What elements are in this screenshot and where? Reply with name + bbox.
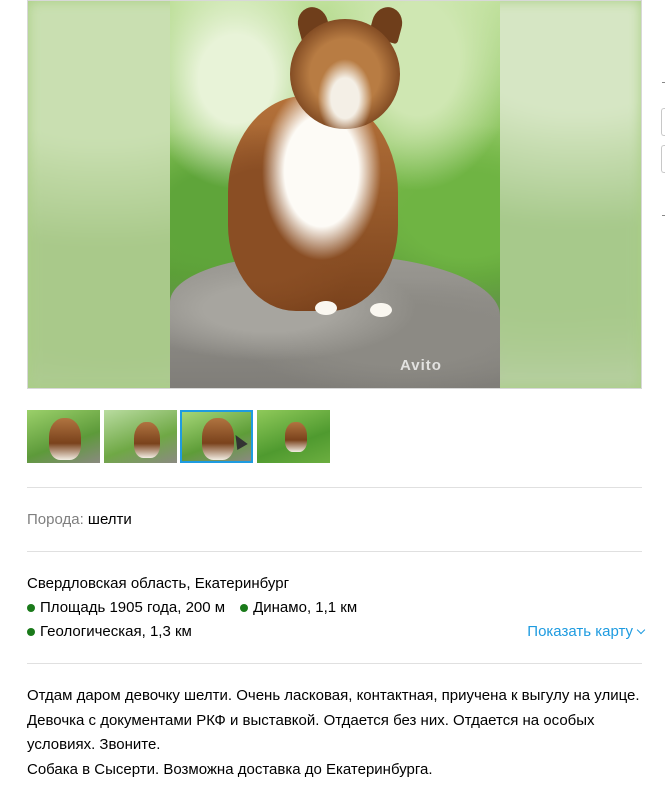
dog-body [228,96,398,311]
avito-watermark: Avito [400,357,442,374]
thumbnail-4[interactable] [257,410,330,463]
metro-dot-icon [27,603,35,612]
metro-station: Площадь 1905 года, 200 м [27,599,225,616]
main-photo[interactable]: Avito [170,1,500,388]
side-panel-control[interactable] [661,108,665,136]
breed-value: шелти [87,511,132,528]
main-photo-gallery[interactable]: Avito [27,0,642,389]
description-paragraph: Собака в Сысерти. Возможна доставка до Е… [27,760,433,778]
thumbnail-2[interactable] [104,410,177,463]
thumbnail-dog [202,418,234,460]
metro-row: Геологическая, 1,3 км [27,623,207,640]
show-map-label[interactable]: Показать карту [527,623,633,640]
address: Свердловская область, Екатеринбург [27,575,290,592]
divider [27,487,642,488]
thumbnail-1[interactable] [27,410,100,463]
divider [27,663,642,664]
breed-label: Порода: [27,511,84,528]
metro-distance: 1,3 км [149,623,192,640]
divider [27,551,642,552]
metro-dot-icon [240,603,249,612]
metro-name: Геологическая [40,623,142,640]
thumbnail-dog [285,422,307,452]
dog-head [290,19,400,129]
metro-station: Геологическая, 1,3 км [27,623,192,640]
breed-param: Порода: шелти [27,511,132,528]
metro-dot-icon [27,627,35,636]
metro-row: Площадь 1905 года, 200 м Динамо, 1,1 км [27,599,372,616]
dog-paw [315,301,337,315]
metro-name: Динамо [253,599,307,616]
metro-station: Динамо, 1,1 км [240,599,357,616]
metro-name: Площадь 1905 года [40,599,178,616]
metro-distance: 200 м [185,599,226,616]
thumbnail-dog [134,422,160,458]
show-map-link[interactable]: Показать карту [527,623,646,640]
side-panel-control[interactable] [661,145,665,173]
chevron-down-icon [636,625,646,634]
description-paragraph: Отдам даром девочку шелти. Очень ласкова… [27,687,640,753]
thumbnail-dog [49,418,81,460]
description: Отдам даром девочку шелти. Очень ласкова… [27,684,642,782]
metro-distance: 1,1 км [315,599,358,616]
dog-paw [370,303,392,317]
